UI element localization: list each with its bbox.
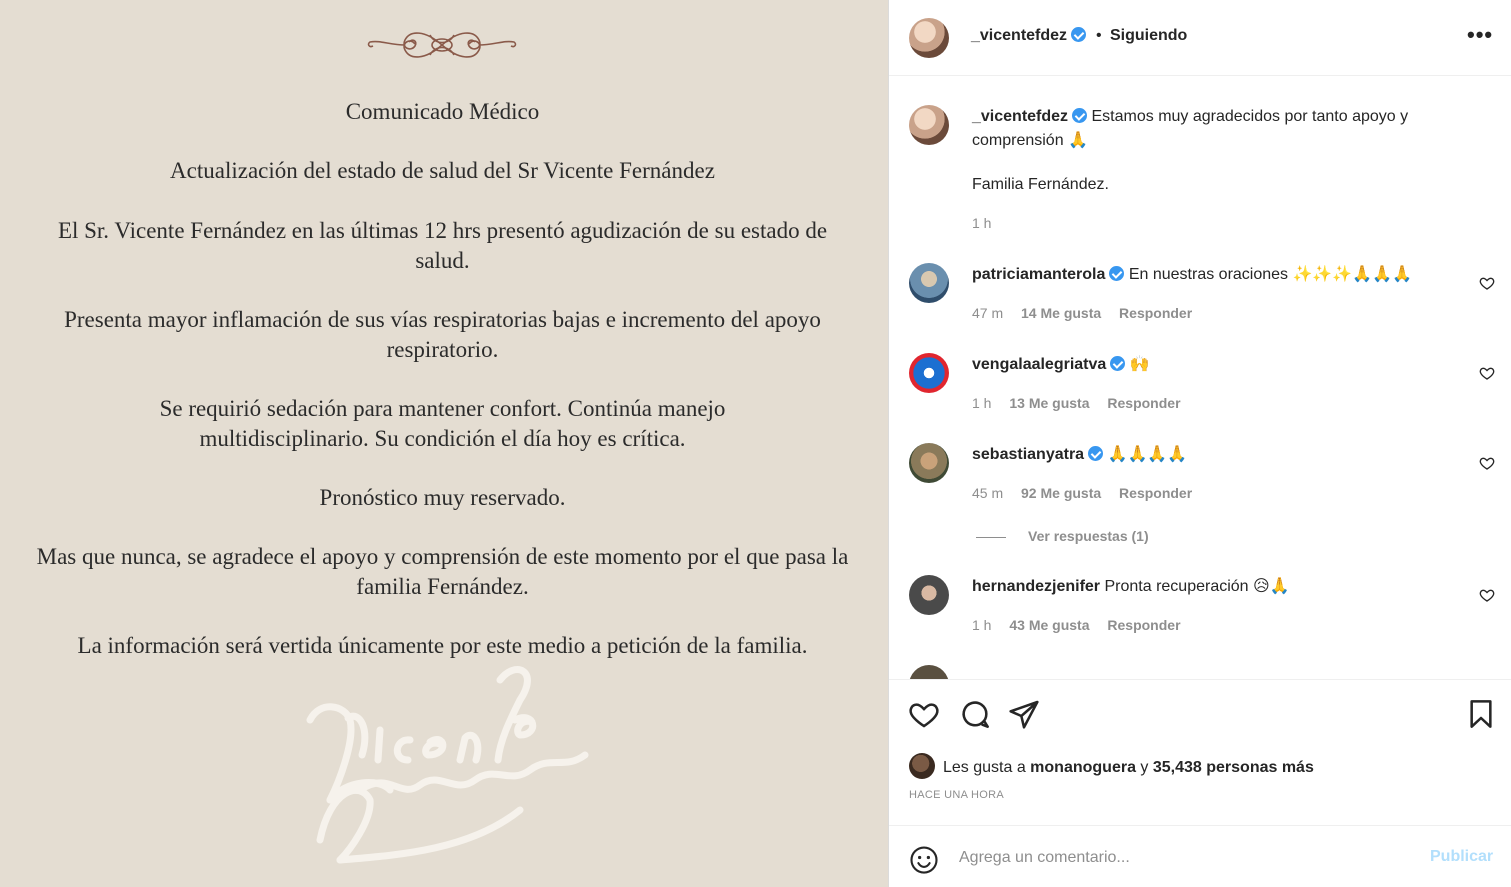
likes-summary: Les gusta a monanoguera y 35,438 persona… (909, 753, 1314, 779)
flourish-ornament-icon (367, 32, 517, 58)
reply-button[interactable]: Responder (1107, 617, 1180, 633)
reply-button[interactable]: Responder (1107, 395, 1180, 411)
more-options-icon[interactable]: ••• (1467, 22, 1493, 48)
comment-avatar[interactable] (909, 263, 949, 303)
comment-text: 🙌 (1129, 356, 1150, 373)
doc-line-subtitle: Actualización del estado de salud del Sr… (170, 158, 715, 183)
verified-badge-icon (1071, 27, 1087, 42)
heart-icon[interactable] (908, 698, 940, 730)
caption-meta: 1 h (972, 215, 1005, 231)
comment-avatar[interactable] (909, 575, 949, 615)
comment-likes[interactable]: 14 Me gusta (1021, 305, 1101, 321)
like-comment-heart-icon[interactable] (1479, 365, 1495, 381)
verified-badge-icon (1088, 446, 1104, 461)
reply-button[interactable]: Responder (1119, 485, 1192, 501)
comments-list[interactable]: _vicentefdez Estamos muy agradecidos por… (889, 77, 1511, 679)
comment-avatar[interactable] (909, 443, 949, 483)
comment-body: patriciamanterola En nuestras oraciones … (972, 263, 1452, 287)
comment-likes[interactable]: 43 Me gusta (1009, 617, 1089, 633)
like-comment-heart-icon[interactable] (1479, 587, 1495, 603)
side-panel: _vicentefdez • Siguiendo ••• _vicentefde… (888, 0, 1511, 887)
liker-username[interactable]: monanoguera (1030, 759, 1136, 776)
liker-avatar[interactable] (909, 753, 935, 779)
comment-meta: 1 h 43 Me gusta Responder (972, 617, 1195, 633)
comment-meta: 45 m 92 Me gusta Responder (972, 485, 1206, 501)
comment-icon[interactable] (959, 698, 991, 730)
comment-username[interactable]: sebastianyatra (972, 446, 1104, 463)
doc-paragraph-1: El Sr. Vicente Fernández en las últimas … (57, 218, 828, 273)
likes-count[interactable]: 35,438 personas más (1153, 759, 1314, 776)
comment-meta: 1 h 13 Me gusta Responder (972, 395, 1195, 411)
likes-middle: y (1135, 759, 1153, 776)
likes-prefix: Les gusta a (943, 759, 1031, 776)
comment-meta: 47 m 14 Me gusta Responder (972, 305, 1206, 321)
comment-username[interactable]: hernandezjenifer (972, 578, 1100, 595)
comment-avatar[interactable] (909, 353, 949, 393)
verified-badge-icon (1072, 108, 1088, 123)
separator-dot: • (1096, 27, 1102, 44)
comment-text: 🙏🙏🙏🙏 (1107, 446, 1188, 463)
comment-body: vengalaalegriatva 🙌 (972, 353, 1452, 377)
caption-signoff: Familia Fernández. (972, 176, 1109, 193)
signature-logo (306, 666, 589, 864)
emoji-icon[interactable] (909, 845, 939, 875)
post-header: _vicentefdez • Siguiendo ••• (889, 0, 1511, 76)
like-comment-heart-icon[interactable] (1479, 455, 1495, 471)
doc-paragraph-2: Presenta mayor inflamación de sus vías r… (64, 307, 821, 362)
comment-body: hernandezjenifer Pronta recuperación 😥🙏 (972, 575, 1452, 599)
like-comment-heart-icon[interactable] (1479, 275, 1495, 291)
post-actions: Les gusta a monanoguera y 35,438 persona… (889, 679, 1511, 825)
caption-avatar[interactable] (909, 105, 949, 145)
verified-badge-icon (1109, 266, 1125, 281)
post-time[interactable]: HACE UNA HORA (909, 789, 1004, 801)
comment-avatar[interactable] (909, 665, 949, 679)
share-icon[interactable] (1008, 698, 1040, 730)
verified-badge-icon (1110, 356, 1126, 371)
publish-button[interactable]: Publicar (1430, 848, 1493, 866)
doc-paragraph-4: Pronóstico muy reservado. (319, 485, 566, 510)
comment-time[interactable]: 1 h (972, 395, 991, 411)
caption-time[interactable]: 1 h (972, 215, 991, 231)
reply-button[interactable]: Responder (1119, 305, 1192, 321)
comment-likes[interactable]: 92 Me gusta (1021, 485, 1101, 501)
author-username[interactable]: _vicentefdez (971, 27, 1087, 45)
comment-likes[interactable]: 13 Me gusta (1009, 395, 1089, 411)
post-image: Comunicado Médico Actualización del esta… (0, 0, 888, 887)
comment-username[interactable]: patriciamanterola (972, 266, 1125, 283)
comment-username[interactable]: vengalaalegriatva (972, 356, 1126, 373)
doc-paragraph-3: Se requirió sedación para mantener confo… (159, 396, 726, 451)
doc-title: Comunicado Médico (345, 99, 540, 124)
doc-paragraph-6: La información será vertida únicamente p… (77, 633, 808, 658)
comment-text: En nuestras oraciones ✨✨✨🙏🙏🙏 (1128, 266, 1413, 283)
doc-paragraph-5: Mas que nunca, se agradece el apoyo y co… (36, 544, 849, 599)
caption-username[interactable]: _vicentefdez (972, 108, 1088, 125)
bookmark-icon[interactable] (1465, 698, 1497, 730)
comment-time[interactable]: 47 m (972, 305, 1003, 321)
comment-time[interactable]: 45 m (972, 485, 1003, 501)
view-replies-button[interactable]: Ver respuestas (1) (976, 528, 1149, 544)
comment-text: Pronta recuperación 😥🙏 (1104, 578, 1290, 595)
comment-input[interactable] (959, 844, 1409, 872)
caption-body: _vicentefdez Estamos muy agradecidos por… (972, 105, 1452, 153)
comment-time[interactable]: 1 h (972, 617, 991, 633)
author-avatar[interactable] (909, 18, 949, 58)
comment-composer: Publicar (889, 825, 1511, 887)
comment-body: sebastianyatra 🙏🙏🙏🙏 (972, 443, 1452, 467)
following-button[interactable]: Siguiendo (1110, 27, 1187, 45)
